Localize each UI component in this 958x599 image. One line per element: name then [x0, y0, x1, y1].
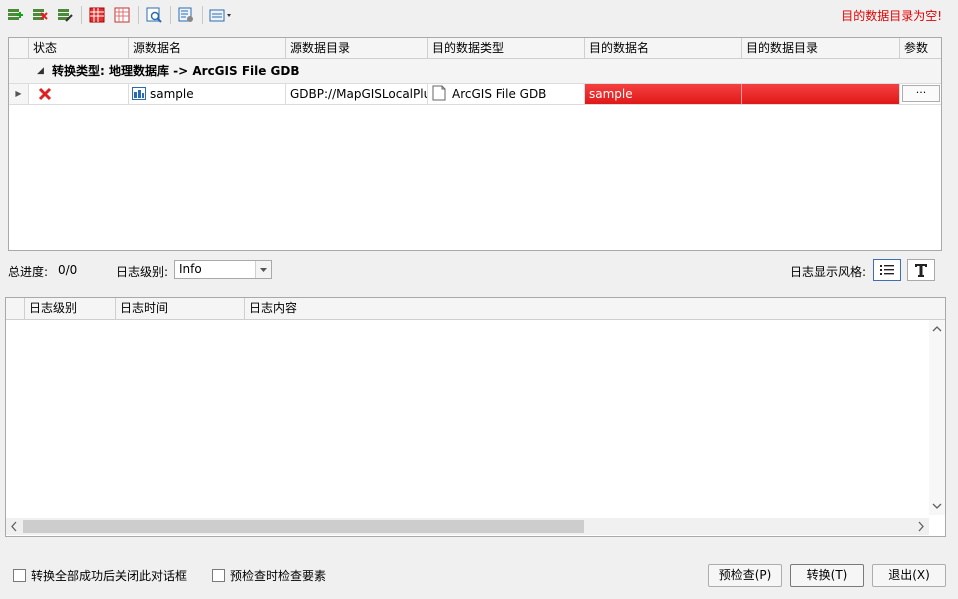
export-dropdown-icon[interactable]: [207, 5, 235, 25]
collapse-arrow-icon[interactable]: ◢: [37, 59, 44, 83]
column-header-source-name[interactable]: 源数据名: [129, 38, 286, 58]
dest-type: ArcGIS File GDB: [452, 87, 547, 101]
log-row-indicator-header: [6, 298, 25, 319]
toolbar-separator: [138, 6, 139, 24]
precheck-features-checkbox[interactable]: 预检查时检查要素: [212, 567, 326, 584]
task-grid-header: 状态 源数据名 源数据目录 目的数据类型 目的数据名 目的数据目录 参数: [9, 38, 941, 59]
convert-button[interactable]: 转换(T): [790, 564, 864, 587]
precheck-button[interactable]: 预检查(P): [708, 564, 782, 587]
scroll-left-icon[interactable]: [6, 518, 22, 535]
log-style-label: 日志显示风格:: [790, 265, 867, 279]
edit-icon[interactable]: [54, 5, 76, 25]
task-grid: 状态 源数据名 源数据目录 目的数据类型 目的数据名 目的数据目录 参数 ◢ 转…: [8, 37, 942, 251]
row-dest-type-cell[interactable]: ArcGIS File GDB: [428, 84, 585, 104]
log-grid: 日志级别 日志时间 日志内容: [5, 297, 946, 537]
source-name: sample: [150, 87, 194, 101]
row-params-cell: ···: [900, 84, 941, 104]
column-header-log-level[interactable]: 日志级别: [25, 298, 116, 319]
list-icon: [880, 265, 894, 275]
scroll-right-icon[interactable]: [913, 518, 929, 535]
horizontal-scrollbar[interactable]: [6, 518, 929, 535]
status-message: 目的数据目录为空!: [841, 9, 942, 23]
row-indicator-header: [9, 38, 29, 58]
checkbox-box[interactable]: [13, 569, 26, 582]
toolbar-separator: [81, 6, 82, 24]
list-style-button[interactable]: [873, 259, 901, 281]
close-on-success-label: 转换全部成功后关闭此对话框: [31, 569, 188, 583]
column-header-log-content[interactable]: 日志内容: [245, 298, 945, 319]
close-on-success-checkbox[interactable]: 转换全部成功后关闭此对话框: [13, 567, 187, 584]
chevron-down-icon[interactable]: [255, 261, 271, 278]
column-header-source-dir[interactable]: 源数据目录: [286, 38, 428, 58]
precheck-features-label: 预检查时检查要素: [230, 569, 327, 583]
row-status-cell: [29, 84, 129, 104]
toolbar: [4, 4, 238, 26]
log-level-value: Info: [179, 262, 202, 276]
toolbar-separator: [170, 6, 171, 24]
checkbox-box[interactable]: [212, 569, 225, 582]
preview-icon[interactable]: [143, 5, 165, 25]
document-icon: [432, 85, 446, 101]
error-x-icon: [38, 87, 52, 101]
add-icon[interactable]: [4, 5, 26, 25]
log-level-select[interactable]: Info: [174, 260, 272, 279]
progress-label: 总进度:: [8, 265, 49, 279]
text-style-button[interactable]: [907, 259, 935, 281]
settings-icon[interactable]: [175, 5, 197, 25]
vertical-scrollbar[interactable]: [929, 320, 945, 515]
row-dest-dir-cell[interactable]: [742, 84, 900, 104]
column-header-dest-name[interactable]: 目的数据名: [585, 38, 742, 58]
row-pointer-icon: ▶: [9, 84, 29, 104]
progress-value: 0/0: [58, 263, 78, 277]
column-header-status[interactable]: 状态: [29, 38, 129, 58]
table-row[interactable]: ▶ sample GDBP://MapGISLocalPlus ArcGIS F…: [9, 84, 941, 105]
scroll-up-icon[interactable]: [929, 322, 945, 336]
database-icon: [132, 87, 146, 100]
group-row[interactable]: ◢ 转换类型: 地理数据库 -> ArcGIS File GDB: [9, 59, 941, 84]
scroll-down-icon[interactable]: [929, 499, 945, 513]
column-header-dest-type[interactable]: 目的数据类型: [428, 38, 585, 58]
row-dest-name-cell[interactable]: sample: [585, 84, 742, 104]
params-button[interactable]: ···: [902, 85, 940, 102]
column-header-log-time[interactable]: 日志时间: [116, 298, 245, 319]
group-label: 转换类型: 地理数据库 -> ArcGIS File GDB: [52, 64, 300, 78]
exit-button[interactable]: 退出(X): [872, 564, 946, 587]
column-header-dest-dir[interactable]: 目的数据目录: [742, 38, 900, 58]
row-source-dir-cell[interactable]: GDBP://MapGISLocalPlus: [286, 84, 428, 104]
column-header-params[interactable]: 参数: [900, 38, 941, 58]
text-icon: [915, 264, 927, 277]
log-level-label: 日志级别:: [116, 265, 169, 279]
log-grid-header: 日志级别 日志时间 日志内容: [6, 298, 945, 320]
deselect-all-icon[interactable]: [111, 5, 133, 25]
select-all-icon[interactable]: [86, 5, 108, 25]
delete-icon[interactable]: [29, 5, 51, 25]
horizontal-scroll-thumb[interactable]: [23, 520, 584, 533]
row-source-name-cell[interactable]: sample: [129, 84, 286, 104]
toolbar-separator: [202, 6, 203, 24]
